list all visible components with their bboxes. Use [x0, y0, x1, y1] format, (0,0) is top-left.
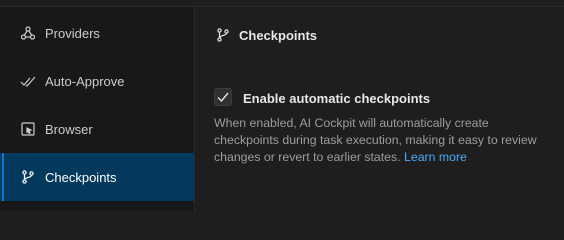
- sidebar-item-label: Auto-Approve: [45, 73, 125, 89]
- enable-checkpoints-checkbox[interactable]: [214, 88, 232, 106]
- check-icon: [216, 90, 230, 104]
- sidebar-divider: [194, 7, 195, 211]
- browser-icon: [20, 121, 36, 137]
- description-text: When enabled, AI Cockpit will automatica…: [214, 116, 537, 164]
- sidebar-item-label: Browser: [45, 121, 93, 137]
- sidebar-item-label: Checkpoints: [45, 169, 117, 185]
- git-branch-icon: [215, 27, 231, 43]
- settings-sidebar: Providers Auto-Approve Browser Checkpoin…: [0, 7, 194, 211]
- setting-description: When enabled, AI Cockpit will automatica…: [214, 115, 554, 166]
- section-header: Checkpoints: [215, 27, 317, 43]
- sidebar-item-label: Providers: [45, 25, 100, 41]
- sidebar-item-checkpoints[interactable]: Checkpoints: [0, 153, 194, 201]
- sidebar-item-providers[interactable]: Providers: [0, 9, 194, 57]
- double-check-icon: [20, 73, 36, 89]
- providers-icon: [20, 25, 36, 41]
- sidebar-item-auto-approve[interactable]: Auto-Approve: [0, 57, 194, 105]
- git-branch-icon: [20, 169, 36, 185]
- sidebar-item-browser[interactable]: Browser: [0, 105, 194, 153]
- learn-more-link[interactable]: Learn more: [404, 150, 467, 164]
- checkbox-label: Enable automatic checkpoints: [243, 91, 431, 106]
- page-title: Checkpoints: [239, 27, 318, 43]
